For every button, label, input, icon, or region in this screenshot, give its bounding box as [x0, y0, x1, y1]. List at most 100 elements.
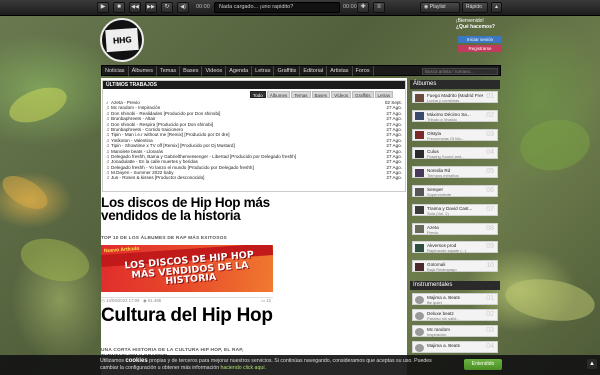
stop-button[interactable]: ■	[113, 2, 125, 13]
cover-thumbnail	[415, 168, 424, 177]
cover-thumbnail	[415, 149, 424, 158]
work-title[interactable]: M.Dayen - Summer 2022 baby	[111, 170, 174, 175]
work-title[interactable]: Brunbaphreets - Altair	[111, 116, 155, 121]
site-logo[interactable]: HHG	[100, 18, 144, 62]
rapido-button[interactable]: Rápido	[462, 2, 488, 13]
list-item[interactable]: Mc random Inspiración 03	[412, 325, 498, 337]
article2-title[interactable]: Cultura del Hip Hop	[101, 306, 281, 326]
cookie-text: Utilizamos cookies propias y de terceros…	[100, 358, 432, 371]
work-title[interactable]: Mc random - Inspiración	[111, 105, 160, 110]
list-item[interactable]: Máximo Décimo Sa... Tributo a Vivaldo 02	[412, 109, 498, 122]
item-subtitle: Lucha y combinas	[427, 98, 460, 103]
tab-albumes[interactable]: Álbumes	[266, 91, 291, 98]
item-rank: 03	[486, 327, 494, 334]
scroll-top-icon[interactable]: ▲	[587, 359, 597, 369]
register-button[interactable]: Registrarse	[458, 45, 502, 52]
item-subtitle: Be quiet	[427, 300, 442, 305]
volume-button[interactable]: ◀)	[177, 2, 189, 13]
login-button[interactable]: Iniciar sesión	[458, 36, 502, 43]
add-icon[interactable]: ✚	[357, 2, 369, 13]
nav-albumes[interactable]: Álbumes	[129, 66, 157, 76]
work-date: 27 Ago.	[386, 175, 402, 181]
work-title[interactable]: Tipin - Man i.e.r without me [Remix] [Pr…	[111, 132, 230, 137]
article-meta: ◷ 14/09/2022 17:09 ◉ 61.485 ▭ 12	[101, 297, 273, 303]
item-subtitle: Flowing Sound and...	[427, 154, 465, 160]
item-rank: 03	[486, 130, 494, 138]
tab-bases[interactable]: Bases	[311, 91, 331, 98]
cookie-info-link[interactable]: haciendo click aquí	[221, 365, 265, 371]
nav-artistas[interactable]: Artistas	[327, 66, 353, 76]
nav-graffitis[interactable]: Graffitis	[274, 66, 301, 76]
list-item[interactable]: ♫ Jus - Roses & kisses [Productor descono…	[106, 175, 404, 180]
player-bar: ▶ ■ ◀◀ ▶▶ ↻ ◀) 00:00 Nada cargado... ¡un…	[0, 0, 600, 16]
item-rank: 07	[486, 205, 494, 213]
work-title[interactable]: Manolete beats - Llorarás	[111, 149, 163, 154]
work-title[interactable]: Yotikoton - Valentina	[111, 138, 153, 143]
cover-thumbnail	[415, 131, 424, 140]
work-title[interactable]: Azeta - Previo	[111, 100, 140, 105]
list-item[interactable]: Deluxe beatz Paraíso sin salid... 02	[412, 309, 498, 321]
tab-temas[interactable]: Temas	[291, 91, 311, 98]
nav-noticias[interactable]: Noticias	[102, 66, 129, 76]
work-title[interactable]: Don shinobi - Respira [Producido por Don…	[111, 122, 213, 127]
welcome-box: ¡Bienvenido! ¿Qué hacemos?	[456, 18, 502, 30]
work-title[interactable]: Don shinobi - Realidades [Producido por …	[111, 111, 220, 116]
list-item[interactable]: Gotomali Baja Relámpago 10	[412, 260, 498, 273]
list-item[interactable]: Azeta Previo 08	[412, 222, 498, 235]
nav-bases[interactable]: Bases	[180, 66, 203, 76]
search-input[interactable]: Busca artista / rumano...	[422, 67, 498, 75]
list-item[interactable]: Akversos prod Rapinando sajade (...) 09	[412, 241, 498, 254]
list-item[interactable]: Fuego Madrito (Madrid Fresh...)Lucha y c…	[412, 91, 498, 103]
comments-count[interactable]: ▭ 12	[261, 298, 271, 304]
tab-letras[interactable]: Letras	[374, 91, 394, 98]
work-title[interactable]: Brunbaphreets - Corrido traicionero	[111, 127, 183, 132]
repeat-button[interactable]: ↻	[161, 2, 173, 13]
albums-heading: Álbumes	[410, 80, 500, 89]
work-title[interactable]: Delegado freshh - Yo lanzo el mundo [Pro…	[111, 165, 254, 170]
upload-icon[interactable]: ▲	[491, 2, 502, 13]
item-subtitle: Baja Relámpago	[427, 267, 457, 273]
article-title[interactable]: Los discos de Hip Hop más vendidos de la…	[101, 196, 281, 223]
cookie-banner: Utilizamos cookies propias y de terceros…	[0, 355, 600, 375]
graffiti-shape	[516, 114, 594, 176]
nav-foros[interactable]: Foros	[353, 66, 374, 76]
list-item[interactable]: Traima y David Cast... Sola (Vol. 2) 07	[412, 203, 498, 216]
playlist-button[interactable]: ◉ Playlist	[420, 2, 460, 13]
nav-temas[interactable]: Temas	[157, 66, 181, 76]
item-rank: 01	[486, 295, 494, 302]
article-views: 61.485	[147, 298, 162, 303]
list-item[interactable]: Culus Flowing Sound and... 04	[412, 147, 498, 160]
nav-editorial[interactable]: Editorial	[300, 66, 328, 76]
previous-button[interactable]: ◀◀	[129, 2, 141, 13]
work-title[interactable]: Jonadulatte - En la calle muertes y heri…	[111, 159, 198, 164]
list-item[interactable]: Majima a. Beats 04	[412, 341, 498, 353]
item-subtitle: Frecuencias Of Mu...	[427, 135, 465, 141]
list-item[interactable]: Noredia Rd Tiempos extraños 05	[412, 166, 498, 179]
item-subtitle: Sola (Vol. 2)	[427, 210, 449, 216]
work-title[interactable]: Jus - Roses & kisses [Productor desconoc…	[111, 175, 204, 180]
list-item[interactable]: Semper Superviviente 06	[412, 185, 498, 197]
play-button[interactable]: ▶	[97, 2, 109, 13]
tab-videos[interactable]: Vídeos	[331, 91, 352, 98]
nav-letras[interactable]: Letras	[252, 66, 275, 76]
tab-graffitis[interactable]: Graffitis	[352, 91, 374, 98]
work-title[interactable]: Delegado freshh, Bama y Gabrielthemessen…	[111, 154, 296, 159]
list-item[interactable]: Olstyla Frecuencias Of Mu... 03	[412, 128, 498, 141]
next-button[interactable]: ▶▶	[145, 2, 157, 13]
tab-todo[interactable]: Todo	[250, 91, 266, 98]
list-icon[interactable]: ≡	[373, 2, 385, 13]
cookie-accept-button[interactable]: Entendido	[464, 359, 502, 370]
item-rank: 05	[486, 168, 494, 176]
nav-videos[interactable]: Videos	[202, 66, 227, 76]
item-rank: 04	[486, 343, 494, 350]
item-subtitle: Tributo a Vivaldo	[427, 116, 457, 122]
item-subtitle: Rapinando sajade (...)	[427, 248, 467, 254]
item-subtitle: Inspiración	[427, 332, 447, 337]
cover-thumbnail	[415, 112, 424, 121]
item-rank: 04	[486, 149, 494, 157]
work-title[interactable]: Tipin - Showtime x TV off [Remix] [Produ…	[111, 143, 235, 148]
list-item[interactable]: Majima a. Beats Be quiet 01	[412, 293, 498, 305]
cover-thumbnail	[415, 327, 424, 336]
nav-agenda[interactable]: Agenda	[226, 66, 253, 76]
article-image[interactable]: Nuevo Artículo LOS DISCOS DE HIP HOP MÁS…	[101, 245, 273, 292]
